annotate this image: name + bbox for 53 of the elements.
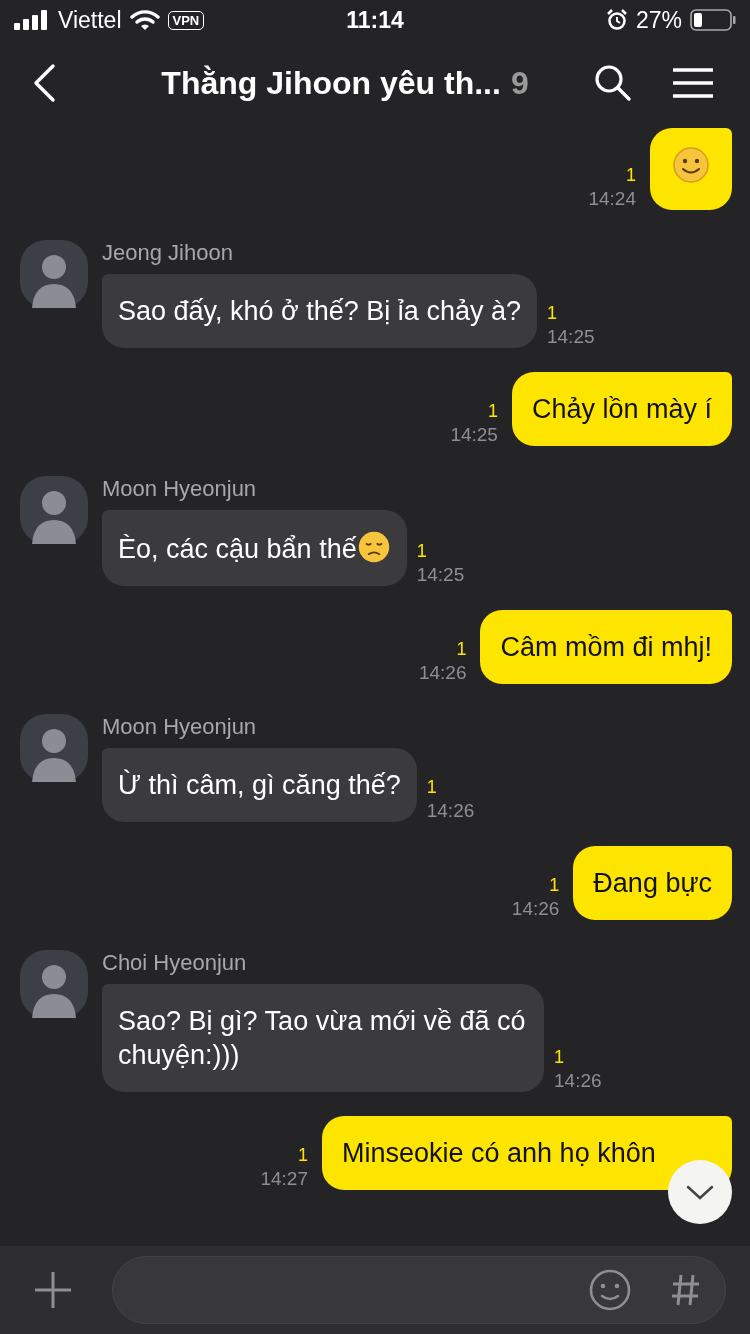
message-bubble: Chảy lồn mày í xyxy=(511,372,732,446)
message-time: 14:26 xyxy=(418,662,467,684)
message-time: 14:27 xyxy=(260,1168,308,1190)
avatar[interactable] xyxy=(20,950,88,1018)
clock: 11:14 xyxy=(346,6,404,34)
smiley-icon xyxy=(672,146,710,184)
member-count: 9 xyxy=(510,64,529,102)
unread-count: 1 xyxy=(487,401,498,422)
unread-count: 1 xyxy=(554,1047,565,1068)
message-bubble: Câm mồm đi mhj! xyxy=(480,610,732,684)
vpn-badge: VPN xyxy=(167,10,205,30)
message-bubble: Đang bực xyxy=(573,846,732,920)
message-time: 14:26 xyxy=(554,1070,602,1092)
message-bubble: Ừ thì câm, gì căng thế? xyxy=(102,748,417,822)
avatar[interactable] xyxy=(20,240,88,308)
message-bubble: Èo, các cậu bẩn thế xyxy=(102,510,407,586)
carrier-name: Viettel xyxy=(58,6,122,34)
unread-count: 1 xyxy=(426,777,438,798)
avatar[interactable] xyxy=(20,714,88,782)
message-time: 14:26 xyxy=(426,800,475,822)
message-bubble: Sao? Bị gì? Tao vừa mới về đã có chuyện:))) xyxy=(102,984,544,1092)
wifi-icon xyxy=(129,9,160,31)
sender-name: Choi Hyeonjun xyxy=(102,950,248,976)
avatar[interactable] xyxy=(20,476,88,544)
message-bubble: Minseokie có anh họ khôn xyxy=(322,1116,732,1190)
emoticon-icon[interactable] xyxy=(589,1269,631,1311)
unread-count: 1 xyxy=(546,303,558,324)
sender-name: Moon Hyeonjun xyxy=(102,476,258,502)
message-time: 14:24 xyxy=(588,188,636,210)
battery-icon xyxy=(690,9,736,31)
signal-icon xyxy=(14,10,50,30)
message-bubble: Sao đấy, khó ở thế? Bị ỉa chảy à? xyxy=(102,274,537,348)
hashtag-icon[interactable] xyxy=(671,1273,701,1307)
menu-icon[interactable] xyxy=(672,67,714,99)
search-icon[interactable] xyxy=(594,64,632,102)
unread-count: 1 xyxy=(456,639,467,660)
chat-title: Thằng Jihoon yêu th... xyxy=(161,64,501,102)
message-time: 14:25 xyxy=(416,564,465,586)
message-time: 14:25 xyxy=(546,326,595,348)
message-time: 14:26 xyxy=(511,898,560,920)
message-time: 14:25 xyxy=(450,424,498,446)
unread-count: 1 xyxy=(416,541,428,562)
scroll-down-button[interactable] xyxy=(668,1160,732,1224)
add-icon[interactable] xyxy=(34,1271,72,1309)
unread-count: 1 xyxy=(626,165,636,186)
alarm-icon xyxy=(605,9,628,31)
sender-name: Moon Hyeonjun xyxy=(102,714,258,740)
back-button[interactable] xyxy=(32,63,56,103)
sender-name: Jeong Jihoon xyxy=(102,240,234,266)
unread-count: 1 xyxy=(549,875,560,896)
battery-percent: 27% xyxy=(635,6,682,34)
unread-count: 1 xyxy=(298,1145,308,1166)
sad-face-icon xyxy=(356,530,391,564)
